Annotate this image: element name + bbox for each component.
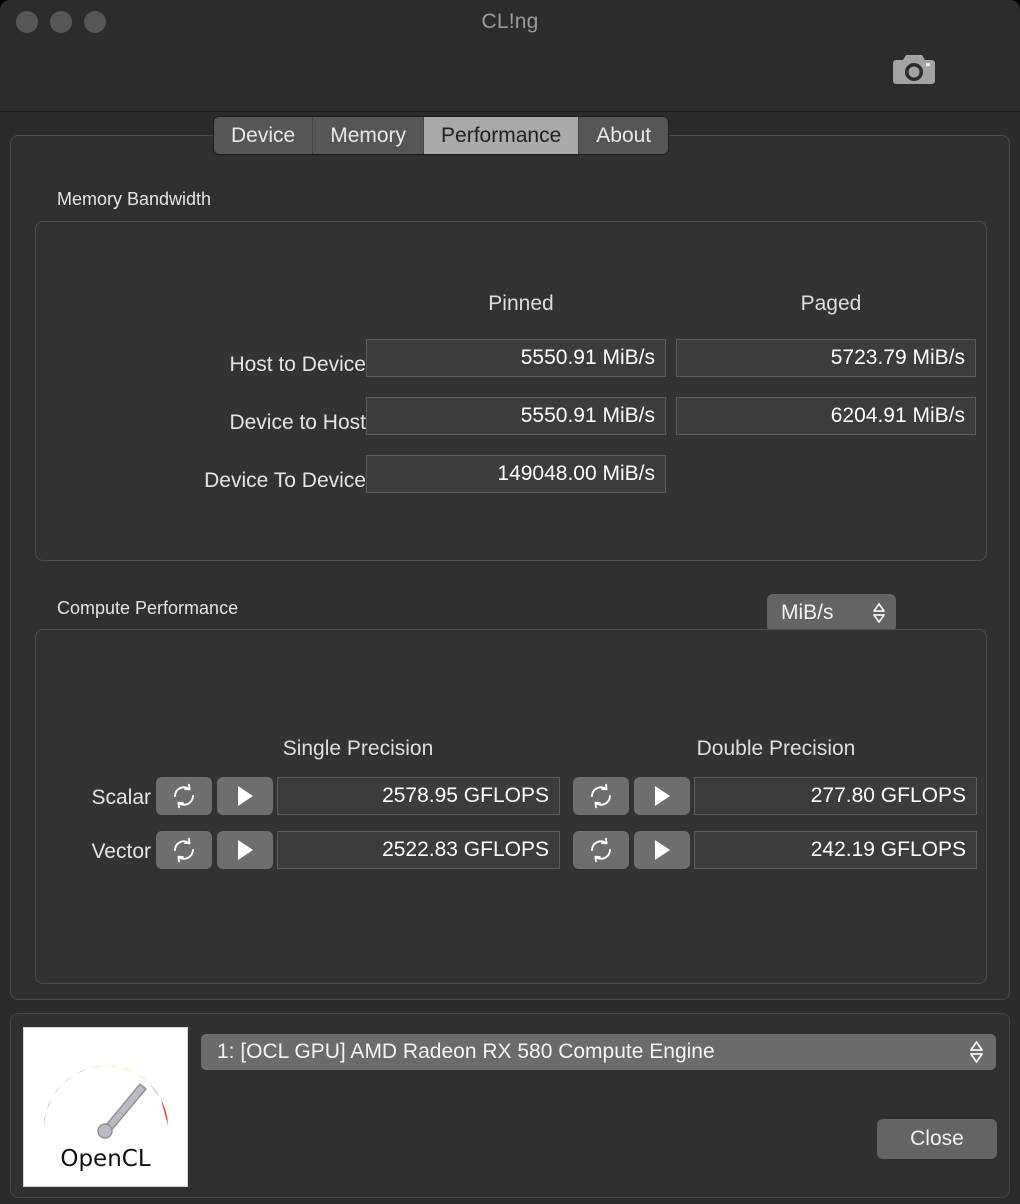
tab-bar: Device Memory Performance About (214, 117, 669, 154)
refresh-icon (591, 837, 611, 863)
column-header-double-precision: Double Precision (696, 737, 856, 760)
opencl-logo: OpenCL (23, 1027, 188, 1187)
row-label-device-to-device: Device To Device (204, 469, 366, 492)
field-host-to-device-paged: 5723.79 MiB/s (676, 339, 976, 377)
scalar-single-refresh-button[interactable] (156, 777, 212, 815)
device-selector-value: 1: [OCL GPU] AMD Radeon RX 580 Compute E… (217, 1040, 715, 1063)
title-bar: CL!ng (0, 0, 1020, 112)
field-host-to-device-pinned: 5550.91 MiB/s (366, 339, 666, 377)
unit-selector[interactable]: MiB/s (767, 594, 896, 632)
scalar-double-refresh-button[interactable] (573, 777, 629, 815)
memory-bandwidth-label: Memory Bandwidth (57, 189, 212, 209)
field-device-to-host-pinned: 5550.91 MiB/s (366, 397, 666, 435)
screenshot-button[interactable] (890, 48, 938, 90)
row-label-scalar: Scalar (91, 786, 151, 809)
column-header-pinned: Pinned (488, 292, 554, 315)
device-selector[interactable]: 1: [OCL GPU] AMD Radeon RX 580 Compute E… (201, 1034, 996, 1070)
vector-single-refresh-button[interactable] (156, 831, 212, 869)
memory-bandwidth-group (35, 221, 987, 561)
scalar-single-run-button[interactable] (217, 777, 273, 815)
compute-performance-label: Compute Performance (57, 598, 239, 618)
scalar-double-run-button[interactable] (634, 777, 690, 815)
tab-about[interactable]: About (579, 117, 669, 154)
opencl-logo-text: OpenCL (60, 1146, 151, 1172)
row-label-device-to-host: Device to Host (229, 411, 366, 434)
window-title: CL!ng (481, 10, 539, 33)
chevron-up-down-icon (872, 602, 886, 624)
camera-icon (893, 55, 935, 84)
row-label-vector: Vector (91, 840, 151, 863)
gauge-icon (43, 1065, 168, 1144)
field-scalar-double: 277.80 GFLOPS (694, 777, 977, 815)
tab-device[interactable]: Device (214, 117, 314, 154)
performance-panel: Memory Bandwidth Pinned Paged Host to De… (10, 135, 1010, 1000)
row-label-host-to-device: Host to Device (229, 353, 366, 376)
play-icon (655, 786, 670, 806)
tab-memory[interactable]: Memory (313, 117, 425, 154)
chevron-up-down-icon (969, 1039, 984, 1065)
column-header-paged: Paged (800, 292, 862, 315)
column-header-single-precision: Single Precision (282, 737, 434, 760)
field-device-to-device-pinned: 149048.00 MiB/s (366, 455, 666, 493)
refresh-icon (174, 783, 194, 809)
app-window: CL!ng Device Memory Performance About Me… (0, 0, 1020, 1204)
vector-double-refresh-button[interactable] (573, 831, 629, 869)
unit-selector-value: MiB/s (781, 601, 834, 624)
vector-double-run-button[interactable] (634, 831, 690, 869)
play-icon (238, 786, 253, 806)
tab-performance[interactable]: Performance (424, 117, 580, 154)
field-scalar-single: 2578.95 GFLOPS (277, 777, 560, 815)
field-vector-double: 242.19 GFLOPS (694, 831, 977, 869)
bottom-bar: OpenCL 1: [OCL GPU] AMD Radeon RX 580 Co… (10, 1013, 1010, 1198)
play-icon (238, 840, 253, 860)
close-button[interactable]: Close (877, 1119, 997, 1159)
vector-single-run-button[interactable] (217, 831, 273, 869)
refresh-icon (174, 837, 194, 863)
field-device-to-host-paged: 6204.91 MiB/s (676, 397, 976, 435)
refresh-icon (591, 783, 611, 809)
field-vector-single: 2522.83 GFLOPS (277, 831, 560, 869)
play-icon (655, 840, 670, 860)
